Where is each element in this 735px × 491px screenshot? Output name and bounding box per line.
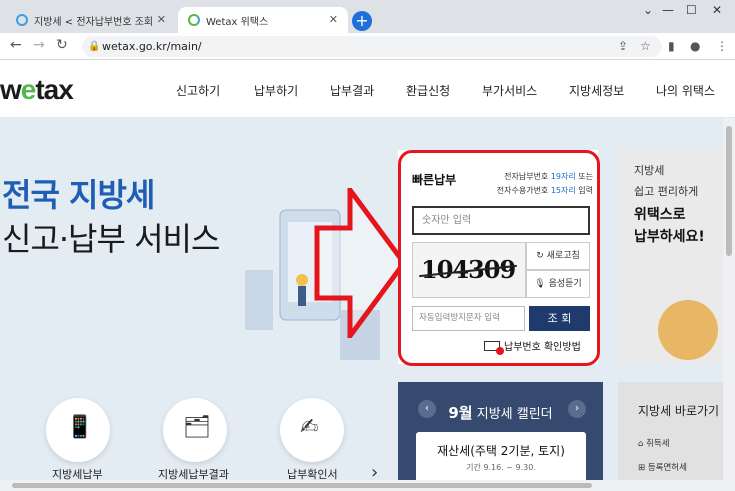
how-label: 납부번호 확인방법 — [504, 342, 581, 353]
promo-line: 쉽고 편리하게 — [634, 185, 699, 198]
desc-text: 전자납부번호 — [504, 172, 551, 181]
chevron-down-icon[interactable]: ⌄ — [643, 3, 653, 17]
phone-pay-icon: 📱 — [66, 415, 94, 440]
lock-icon: 🔒 — [88, 41, 101, 52]
folder-icon: 🗂 — [183, 415, 211, 440]
promo-line: 납부하세요! — [634, 229, 705, 245]
tax-calendar-panel: ‹ › 9월 지방세 캘린더 재산세(주택 2기분, 토지) 기간 9.16. … — [398, 382, 603, 491]
desc-highlight: 19자리 — [550, 172, 576, 181]
shortcuts-title: 지방세 바로가기 — [638, 404, 720, 418]
menu-pay-result[interactable]: 납부결과 — [330, 82, 374, 99]
desc-highlight: 15자리 — [550, 186, 576, 195]
menu-pay[interactable]: 납부하기 — [254, 82, 298, 99]
address-bar[interactable]: 🔒 wetax.go.kr/main/ — [82, 36, 662, 57]
calendar-month: 9월 — [448, 404, 473, 422]
share-icon[interactable]: ⇪ — [618, 39, 628, 53]
site-favicon-icon — [188, 14, 200, 26]
calendar-period: 기간 9.16. ~ 9.30. — [466, 463, 536, 472]
calendar-event: 재산세(주택 2기분, 토지) — [437, 444, 565, 458]
site-favicon-icon — [16, 14, 28, 26]
quick-pay-title: 빠른납부 — [412, 173, 457, 187]
minimize-icon[interactable]: — — [662, 3, 674, 17]
new-tab-button[interactable]: + — [352, 11, 372, 31]
horizontal-scrollbar[interactable] — [0, 480, 723, 491]
close-tab-icon[interactable]: ✕ — [157, 13, 166, 26]
browser-tab-local-tax[interactable]: 지방세 < 전자납부번호 조회·납부 ✕ — [6, 7, 176, 33]
bill-icon — [484, 341, 504, 355]
how-to-check-link[interactable]: 납부번호 확인방법 — [484, 338, 581, 355]
site-header: wetax 신고하기 납부하기 납부결과 환급신청 부가서비스 지방세정보 나의… — [0, 60, 735, 118]
browser-tab-bar: 지방세 < 전자납부번호 조회·납부 ✕ Wetax 위택스 ✕ + ⌄ — ☐… — [0, 0, 735, 33]
quick-pay-desc-2: 전자수용가번호 15자리 입력 — [497, 185, 593, 196]
menu-refund[interactable]: 환급신청 — [406, 82, 450, 99]
logo-text: tax — [35, 74, 73, 105]
wetax-logo[interactable]: wetax — [0, 74, 74, 106]
shortcut-registration-tax[interactable]: ⊞ 등록면허세 — [638, 461, 687, 473]
quick-pay-desc-1: 전자납부번호 19자리 또는 — [504, 171, 593, 182]
certificate-icon: ✍ — [300, 415, 319, 440]
shortcut-label: 취득세 — [646, 439, 670, 449]
calendar-title-text: 지방세 캘린더 — [476, 407, 553, 422]
menu-local-tax-info[interactable]: 지방세정보 — [569, 82, 624, 99]
scrollbar-thumb[interactable] — [12, 483, 592, 488]
logo-e: e — [20, 74, 37, 105]
captcha-audio-button[interactable]: 🎙 음성듣기 — [526, 270, 590, 298]
quicklink-pay-button[interactable]: 📱 — [46, 398, 110, 462]
tab-title: 지방세 < 전자납부번호 조회·납부 — [34, 16, 154, 28]
desc-text: 입력 — [575, 186, 593, 195]
calendar-title: 9월 지방세 캘린더 — [398, 402, 603, 423]
microphone-icon: 🎙 — [534, 279, 549, 289]
refresh-label: 새로고침 — [546, 251, 580, 261]
captcha-input[interactable]: 자동입력방지문자 입력 — [412, 306, 525, 331]
shortcut-acquisition-tax[interactable]: ⌂ 취득세 — [638, 437, 670, 449]
side-panel-icon[interactable]: ▮ — [668, 39, 675, 53]
hero-subheadline: 신고·납부 서비스 — [2, 220, 220, 258]
browser-toolbar: ← → ↻ 🔒 wetax.go.kr/main/ ⇪ ☆ ▮ ● ⋮ — [0, 33, 735, 60]
close-tab-icon[interactable]: ✕ — [329, 13, 338, 26]
menu-file-return[interactable]: 신고하기 — [176, 82, 220, 99]
reload-icon[interactable]: ↻ — [56, 37, 68, 53]
quicklink-certificate-button[interactable]: ✍ — [280, 398, 344, 462]
bookmark-star-icon[interactable]: ☆ — [640, 39, 651, 53]
desc-text: 또는 — [575, 172, 593, 181]
profile-icon[interactable]: ● — [690, 39, 700, 53]
maximize-icon[interactable]: ☐ — [686, 3, 697, 17]
back-arrow-icon[interactable]: ← — [10, 37, 22, 53]
refresh-icon: ↻ — [536, 251, 547, 261]
tab-title: Wetax 위택스 — [206, 16, 269, 28]
captcha-refresh-button[interactable]: ↻ 새로고침 — [526, 242, 590, 270]
promo-line: 위택스로 — [634, 207, 686, 223]
close-window-icon[interactable]: ✕ — [712, 3, 722, 17]
audio-label: 음성듣기 — [548, 279, 582, 289]
coins-illustration — [658, 300, 718, 360]
red-arrow-icon — [314, 188, 408, 338]
vertical-scrollbar[interactable] — [723, 118, 735, 491]
forward-arrow-icon[interactable]: → — [33, 37, 45, 53]
hero-headline: 전국 지방세 — [2, 176, 155, 214]
menu-my-wetax[interactable]: 나의 위택스 — [656, 82, 715, 99]
browser-tab-wetax[interactable]: Wetax 위택스 ✕ — [178, 7, 348, 33]
menu-kebab-icon[interactable]: ⋮ — [716, 39, 728, 53]
url-text: wetax.go.kr/main/ — [102, 40, 202, 53]
desc-text: 전자수용가번호 — [496, 186, 551, 195]
shortcut-label: 등록면허세 — [647, 463, 687, 473]
menu-extra-services[interactable]: 부가서비스 — [482, 82, 537, 99]
search-button[interactable]: 조 회 — [529, 306, 590, 331]
payment-number-input[interactable]: 숫자만 입력 — [412, 206, 590, 235]
captcha-image: 104309 — [412, 242, 526, 298]
shortcuts-panel: 지방세 바로가기 ⌂ 취득세 ⊞ 등록면허세 — [618, 382, 735, 491]
logo-text: w — [0, 74, 22, 105]
quicklink-result-button[interactable]: 🗂 — [163, 398, 227, 462]
scrollbar-thumb[interactable] — [726, 126, 732, 256]
promo-line: 지방세 — [634, 164, 665, 177]
